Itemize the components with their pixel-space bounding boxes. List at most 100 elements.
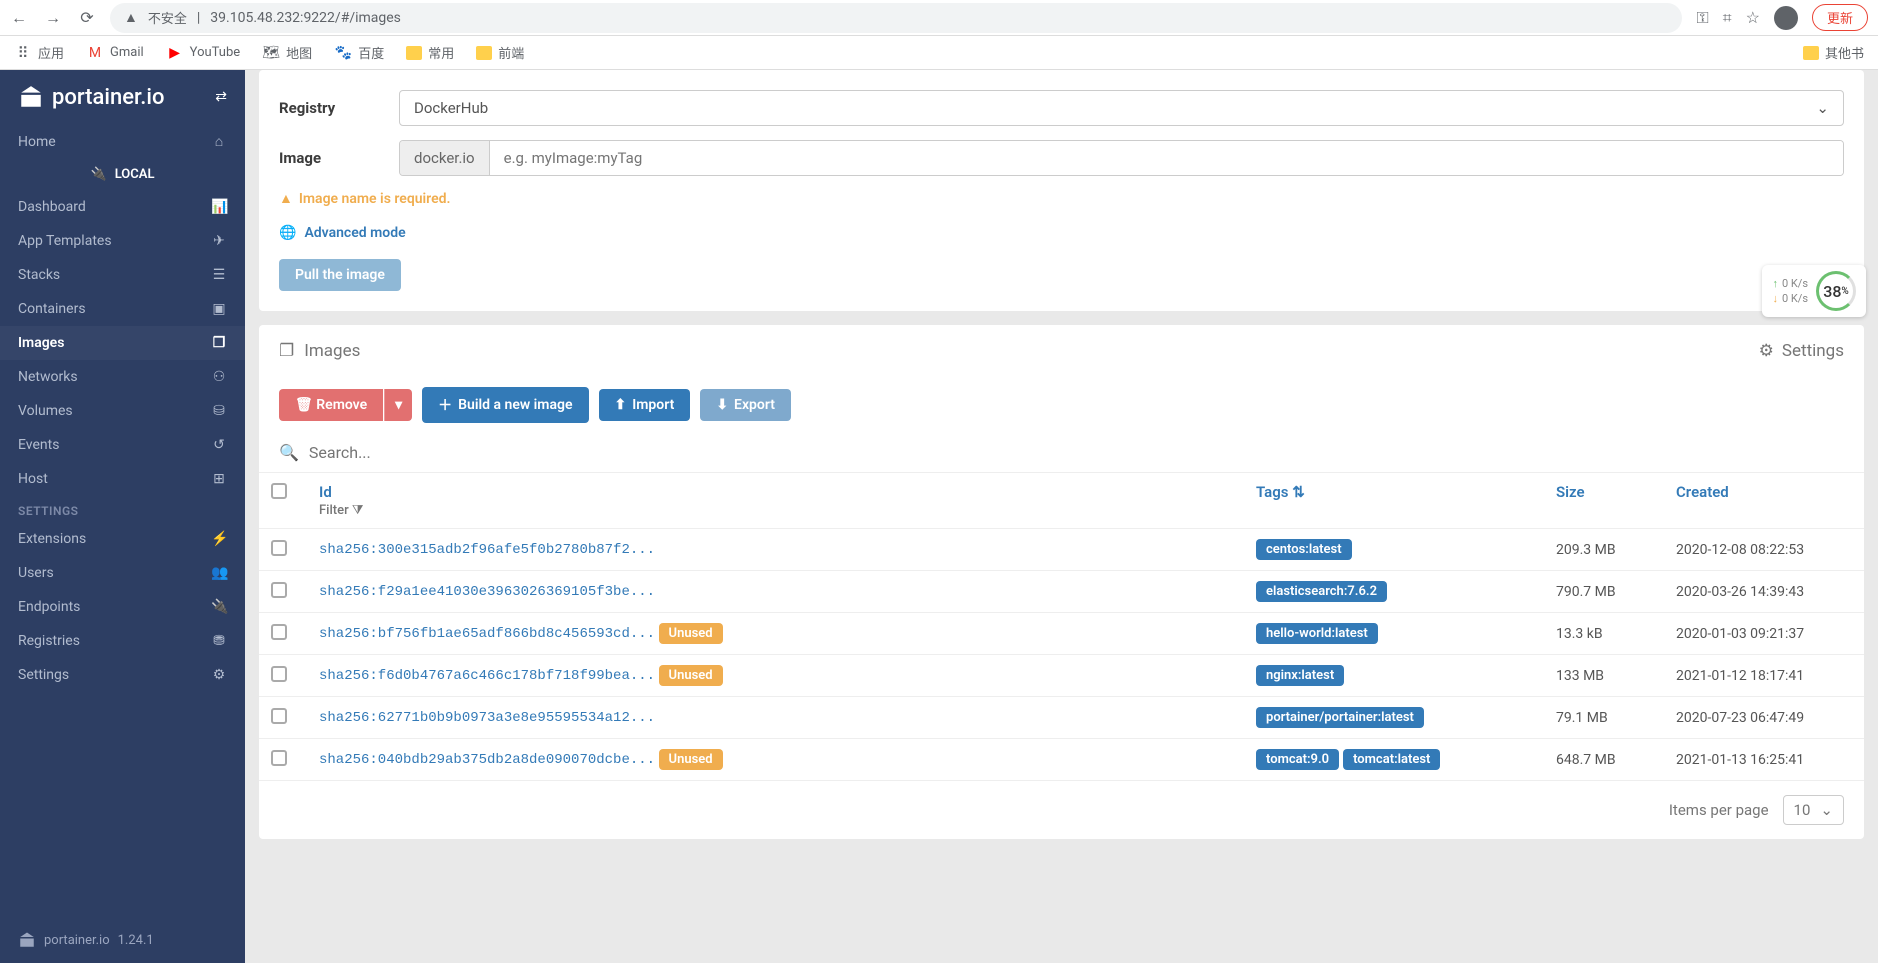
row-checkbox[interactable]: [271, 708, 287, 724]
th-icon: ⊞: [211, 471, 227, 487]
pull-image-panel: Registry DockerHub ⌄ Image docker.io: [259, 70, 1864, 311]
url-text: 39.105.48.232:9222/#/images: [210, 10, 401, 26]
image-size: 133 MB: [1544, 655, 1664, 697]
image-prefix: docker.io: [400, 141, 490, 175]
image-id-link[interactable]: sha256:bf756fb1ae65adf866bd8c456593cd...: [319, 626, 655, 642]
translate-icon[interactable]: ⌗: [1723, 8, 1732, 28]
build-new-image-button[interactable]: ＋Build a new image: [422, 387, 588, 423]
sidebar-item-endpoints[interactable]: Endpoints🔌: [0, 590, 245, 624]
update-button[interactable]: 更新: [1812, 4, 1868, 31]
sidebar-item-registries[interactable]: Registries⛃: [0, 624, 245, 658]
sidebar-item-volumes[interactable]: Volumes⛁: [0, 394, 245, 428]
sidebar-item-extensions[interactable]: Extensions⚡: [0, 522, 245, 556]
image-label: Image: [279, 149, 399, 167]
url-input[interactable]: ▲ 不安全 | 39.105.48.232:9222/#/images: [110, 3, 1682, 33]
advanced-mode-link[interactable]: 🌐 Advanced mode: [279, 225, 1844, 241]
browser-address-bar: ← → ⟳ ▲ 不安全 | 39.105.48.232:9222/#/image…: [0, 0, 1878, 36]
sidebar-item-home[interactable]: Home⌂: [0, 124, 245, 159]
profile-avatar[interactable]: [1774, 6, 1798, 30]
reload-button[interactable]: ⟳: [78, 9, 96, 27]
insecure-label: 不安全: [148, 8, 187, 27]
warning-icon: ▲: [279, 190, 293, 207]
tag-badge[interactable]: hello-world:latest: [1256, 623, 1378, 644]
tag-badge[interactable]: centos:latest: [1256, 539, 1352, 560]
bookmark-other[interactable]: 其他书: [1803, 43, 1864, 62]
remove-button[interactable]: 🗑 Remove: [279, 389, 383, 421]
tag-badge[interactable]: tomcat:9.0: [1256, 749, 1339, 770]
clone-icon: ❐: [279, 341, 294, 361]
bookmark-baidu[interactable]: 🐾百度: [334, 43, 384, 62]
row-checkbox[interactable]: [271, 666, 287, 682]
search-icon: 🔍: [279, 443, 299, 462]
sidebar-section-local: 🔌LOCAL: [0, 159, 245, 190]
table-row: sha256:bf756fb1ae65adf866bd8c456593cd...…: [259, 613, 1864, 655]
plug-icon: 🔌: [91, 167, 107, 182]
sidebar-item-events[interactable]: Events↺: [0, 428, 245, 462]
tag-badge[interactable]: nginx:latest: [1256, 665, 1344, 686]
tag-badge[interactable]: portainer/portainer:latest: [1256, 707, 1424, 728]
search-input[interactable]: [309, 443, 1844, 462]
sidebar-item-networks[interactable]: Networks⚇: [0, 360, 245, 394]
image-id-link[interactable]: sha256:300e315adb2f96afe5f0b2780b87f2...: [319, 542, 655, 558]
column-created[interactable]: Created: [1664, 473, 1864, 529]
bookmark-apps[interactable]: ⠿应用: [14, 43, 64, 62]
import-button[interactable]: ⬆Import: [599, 389, 691, 421]
sidebar-item-dashboard[interactable]: Dashboard📊: [0, 190, 245, 224]
home-icon: ⌂: [211, 133, 227, 150]
portainer-logo-icon: [18, 84, 44, 110]
image-id-link[interactable]: sha256:040bdb29ab375db2a8de090070dcbe...: [319, 752, 655, 768]
pull-image-button[interactable]: Pull the image: [279, 259, 401, 291]
sidebar-item-images[interactable]: Images❐: [0, 326, 245, 360]
star-icon[interactable]: ☆: [1746, 8, 1760, 27]
registry-label: Registry: [279, 99, 399, 117]
export-button[interactable]: ⬇Export: [700, 389, 791, 421]
image-id-link[interactable]: sha256:f6d0b4767a6c466c178bf718f99bea...: [319, 668, 655, 684]
sidebar: portainer.io ⇄ Home⌂ 🔌LOCAL Dashboard📊 A…: [0, 70, 245, 963]
tag-badge[interactable]: elasticsearch:7.6.2: [1256, 581, 1387, 602]
sidebar-item-settings[interactable]: Settings⚙: [0, 658, 245, 692]
image-input[interactable]: [490, 141, 1843, 175]
cogs-icon: ⚙: [211, 667, 227, 683]
key-icon[interactable]: ⚿: [1696, 8, 1708, 28]
back-button[interactable]: ←: [10, 9, 28, 27]
collapse-icon[interactable]: ⇄: [215, 89, 227, 105]
sidebar-item-host[interactable]: Host⊞: [0, 462, 245, 496]
sort-icon: ⇅: [1292, 483, 1305, 501]
trash-icon: 🗑: [295, 397, 313, 413]
bookmark-maps[interactable]: 🗺地图: [262, 43, 312, 62]
unused-badge: Unused: [659, 623, 723, 644]
remove-dropdown-button[interactable]: ▾: [384, 389, 412, 421]
table-row: sha256:300e315adb2f96afe5f0b2780b87f2...…: [259, 529, 1864, 571]
bookmark-gmail[interactable]: MGmail: [86, 44, 144, 62]
box-icon: ▣: [211, 301, 227, 317]
clone-icon: ❐: [211, 335, 227, 351]
sidebar-item-containers[interactable]: Containers▣: [0, 292, 245, 326]
row-checkbox[interactable]: [271, 582, 287, 598]
row-checkbox[interactable]: [271, 624, 287, 640]
page-size-select[interactable]: 10 ⌄: [1783, 795, 1844, 825]
sidebar-item-app-templates[interactable]: App Templates✈: [0, 224, 245, 258]
row-checkbox[interactable]: [271, 750, 287, 766]
registry-select[interactable]: DockerHub ⌄: [399, 90, 1844, 126]
bookmark-common[interactable]: 常用: [406, 43, 454, 62]
image-id-link[interactable]: sha256:62771b0b9b0973a3e8e95595534a12...: [319, 710, 655, 726]
select-all-checkbox[interactable]: [271, 483, 287, 499]
tachometer-icon: 📊: [211, 199, 227, 215]
sidebar-item-users[interactable]: Users👥: [0, 556, 245, 590]
unused-badge: Unused: [659, 749, 723, 770]
forward-button[interactable]: →: [44, 9, 62, 27]
logo[interactable]: portainer.io: [18, 84, 164, 110]
bookmark-youtube[interactable]: ▶YouTube: [166, 44, 241, 62]
column-id[interactable]: Id Filter ⧩: [307, 473, 1244, 529]
bookmark-frontend[interactable]: 前端: [476, 43, 524, 62]
tag-badge[interactable]: tomcat:latest: [1343, 749, 1440, 770]
sidebar-item-stacks[interactable]: Stacks☰: [0, 258, 245, 292]
column-size[interactable]: Size: [1544, 473, 1664, 529]
bookmarks-bar: ⠿应用 MGmail ▶YouTube 🗺地图 🐾百度 常用 前端 其他书: [0, 36, 1878, 70]
filter-icon[interactable]: ⧩: [352, 503, 364, 518]
image-id-link[interactable]: sha256:f29a1ee41030e3963026369105f3be...: [319, 584, 655, 600]
column-tags[interactable]: Tags ⇅: [1244, 473, 1544, 529]
table-settings-button[interactable]: ⚙ Settings: [1759, 341, 1844, 361]
row-checkbox[interactable]: [271, 540, 287, 556]
upload-arrow-icon: ↑: [1772, 277, 1778, 290]
